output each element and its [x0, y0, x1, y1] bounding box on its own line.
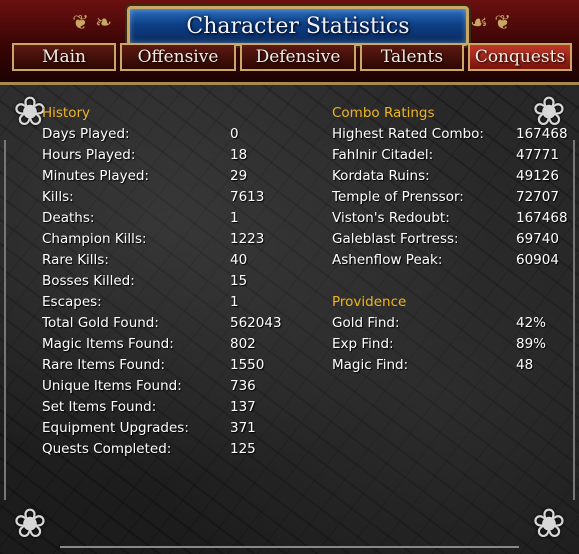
stat-label: Days Played:: [42, 126, 130, 142]
stat-label: Magic Items Found:: [42, 336, 174, 352]
stat-label: Ashenflow Peak:: [332, 252, 443, 268]
stat-value: 167468: [516, 126, 568, 142]
stat-value: 167468: [516, 210, 568, 226]
stat-label: Champion Kills:: [42, 231, 147, 247]
stat-label: Gold Find:: [332, 315, 400, 331]
frame-divider: [573, 140, 575, 500]
stat-value: 42%: [516, 315, 547, 331]
tab-bar: Main Offensive Defensive Talents Conques…: [12, 43, 572, 73]
stat-value: 1: [230, 210, 239, 226]
stat-label: Equipment Upgrades:: [42, 420, 189, 436]
stat-label: Escapes:: [42, 294, 102, 310]
stat-label: Highest Rated Combo:: [332, 126, 484, 142]
stat-label: Deaths:: [42, 210, 95, 226]
tab-conquests[interactable]: Conquests: [468, 43, 572, 71]
stat-label: Exp Find:: [332, 336, 394, 352]
window-title: Character Statistics: [186, 13, 410, 39]
stat-label: Galeblast Fortress:: [332, 231, 459, 247]
stat-value: 40: [230, 252, 248, 268]
stat-value: 72707: [516, 189, 559, 205]
corner-ornament-icon: ❀: [13, 501, 47, 547]
stat-value: 125: [230, 441, 256, 457]
tab-defensive[interactable]: Defensive: [240, 43, 356, 71]
history-heading: History: [42, 105, 91, 121]
stat-value: 371: [230, 420, 256, 436]
stat-value: 69740: [516, 231, 559, 247]
stat-label: Magic Find:: [332, 357, 409, 373]
stat-label: Bosses Killed:: [42, 273, 135, 289]
corner-ornament-icon: ❀: [532, 501, 566, 547]
stat-value: 736: [230, 378, 256, 394]
stat-value: 137: [230, 399, 256, 415]
stat-label: Total Gold Found:: [42, 315, 159, 331]
stat-label: Quests Completed:: [42, 441, 172, 457]
stat-value: 15: [230, 273, 248, 289]
stat-value: 7613: [230, 189, 265, 205]
stat-label: Set Items Found:: [42, 399, 157, 415]
tab-talents[interactable]: Talents: [360, 43, 464, 71]
stat-label: Fahlnir Citadel:: [332, 147, 434, 163]
stat-value: 47771: [516, 147, 559, 163]
stat-value: 29: [230, 168, 248, 184]
stat-label: Kills:: [42, 189, 74, 205]
frame-divider: [60, 546, 519, 548]
stat-value: 1: [230, 294, 239, 310]
stat-label: Viston's Redoubt:: [332, 210, 450, 226]
stat-value: 49126: [516, 168, 559, 184]
stat-value: 1223: [230, 231, 265, 247]
combo-ratings-heading: Combo Ratings: [332, 105, 435, 121]
stat-value: 562043: [230, 315, 282, 331]
stat-label: Hours Played:: [42, 147, 136, 163]
tab-offensive[interactable]: Offensive: [120, 43, 236, 71]
stat-label: Unique Items Found:: [42, 378, 182, 394]
stat-value: 802: [230, 336, 256, 352]
stat-label: Rare Kills:: [42, 252, 109, 268]
providence-heading: Providence: [332, 294, 407, 310]
stat-label: Minutes Played:: [42, 168, 150, 184]
stat-label: Temple of Prenssor:: [332, 189, 464, 205]
ornament-right-icon: ☙ ❦: [470, 10, 512, 34]
stat-label: Kordata Ruins:: [332, 168, 430, 184]
stat-value: 89%: [516, 336, 547, 352]
stat-value: 48: [516, 357, 534, 373]
stat-value: 18: [230, 147, 248, 163]
stat-value: 1550: [230, 357, 265, 373]
stat-label: Rare Items Found:: [42, 357, 166, 373]
header-bar: ❦ ❧ Character Statistics ☙ ❦ Main Offens…: [0, 0, 579, 85]
stat-value: 60904: [516, 252, 559, 268]
frame-divider: [4, 140, 6, 500]
ornament-left-icon: ❦ ❧: [72, 10, 112, 34]
stat-value: 0: [230, 126, 239, 142]
title-plate: Character Statistics: [127, 6, 469, 46]
tab-main[interactable]: Main: [12, 43, 116, 71]
